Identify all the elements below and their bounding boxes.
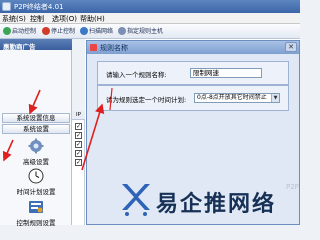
menu-bar: 系统(S) 控制 选项(O) 帮助(H) [0, 13, 300, 24]
time-plan-label: 请为规则选定一个时间计划: [106, 96, 187, 104]
control-rules-settings-item[interactable]: 控制规则设置 [0, 199, 72, 227]
watermark-text: 易企推网络 [156, 191, 277, 217]
ip-column: IP ✓ ✓ ✓ ✓ ✓ [72, 111, 85, 225]
row-checkbox[interactable]: ✓ [75, 159, 82, 166]
rule-name-input[interactable]: 限制网速 [190, 68, 262, 78]
menu-help[interactable]: 帮助(H) [80, 14, 105, 24]
name-panel: 请输入一个规则名称: 限制网速 [97, 61, 289, 85]
row-checkbox[interactable]: ✓ [75, 123, 82, 130]
row-checkbox[interactable]: ✓ [75, 150, 82, 157]
advanced-settings-item[interactable]: 高级设置 [0, 138, 72, 166]
time-plan-value: 0点-8点开放其它时间禁止 [197, 94, 267, 101]
dialog-title: 规则名称 [100, 44, 128, 52]
red-stop-icon [42, 26, 50, 35]
menu-options[interactable]: 选项(O) [52, 14, 77, 24]
app-title: P2P终结者4.01 [14, 3, 64, 11]
stop-control-button[interactable]: 停止控制 [42, 26, 75, 37]
menu-system[interactable]: 系统(S) [2, 14, 26, 24]
start-control-button[interactable]: 启动控制 [3, 26, 36, 37]
rule-host-icon [118, 26, 126, 35]
plan-panel: 请为规则选定一个时间计划: 0点-8点开放其它时间禁止 ▼ [97, 85, 289, 111]
time-plan-settings-item[interactable]: 时间计划设置 [0, 168, 72, 196]
sidebar-header: 惠勤商广告 [0, 39, 72, 51]
scan-network-button[interactable]: 扫描网络 [80, 26, 113, 37]
app-titlebar: P2P终结者4.01 [0, 0, 300, 13]
advanced-settings-icon [28, 138, 44, 154]
rule-host-button[interactable]: 指定规则主机 [118, 26, 163, 37]
dialog-titlebar: 规则名称 ✕ [87, 41, 299, 54]
control-rules-icon [29, 201, 43, 213]
dialog-app-icon [90, 44, 97, 51]
sidebar: 惠勤商广告 系统设置信息 系统设置 高级设置 时间计划设置 控制规则设置 [0, 39, 72, 227]
toolbar: 启动控制 停止控制 扫描网络 指定规则主机 [0, 24, 300, 39]
scan-icon [80, 26, 88, 35]
ip-column-header: IP [72, 111, 85, 120]
rule-name-label: 请输入一个规则名称: [106, 71, 167, 79]
close-icon[interactable]: ✕ [285, 42, 297, 52]
row-checkbox[interactable]: ✓ [75, 141, 82, 148]
watermark-faint-text: P2P [286, 183, 299, 191]
menu-control[interactable]: 控制 [30, 14, 44, 24]
watermark-logo-icon [122, 184, 150, 216]
time-plan-select[interactable]: 0点-8点开放其它时间禁止 ▼ [194, 93, 280, 103]
system-settings-group[interactable]: 系统设置 [2, 124, 70, 134]
app-icon [2, 2, 11, 11]
row-checkbox[interactable]: ✓ [75, 132, 82, 139]
clock-icon [28, 168, 44, 184]
green-play-icon [3, 26, 11, 35]
system-info-group[interactable]: 系统设置信息 [2, 113, 70, 123]
watermark: 易企推网络 P2P [118, 177, 300, 221]
chevron-down-icon: ▼ [271, 94, 279, 102]
